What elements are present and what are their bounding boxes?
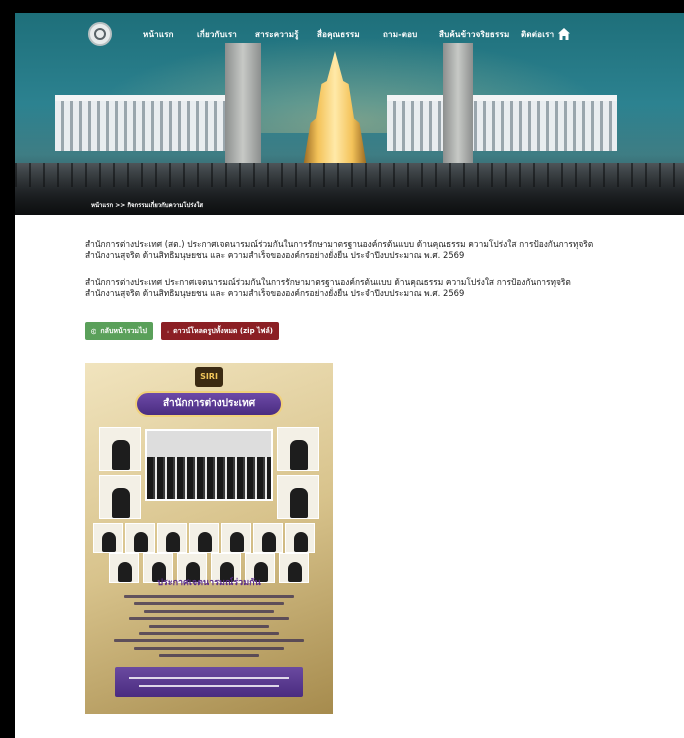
main-nav: หน้าแรก เกี่ยวกับเรา สาระความรู้ สื่อคุณ… [15, 13, 684, 53]
nav-item-about[interactable]: เกี่ยวกับเรา [197, 28, 237, 41]
nav-item-home[interactable]: หน้าแรก [143, 28, 174, 41]
home-icon[interactable] [557, 27, 571, 41]
download-icon [167, 330, 169, 332]
poster-seal-logo: SIRI [195, 367, 223, 387]
poster-portrait [277, 427, 319, 471]
browser-viewport: หน้าแรก เกี่ยวกับเรา สาระความรู้ สื่อคุณ… [15, 13, 684, 738]
poster-portrait [279, 553, 309, 583]
nav-item-ethics-search[interactable]: สืบค้นข้าวจริยธรรม [439, 28, 509, 41]
back-button-label: กลับหน้ารวมไป [100, 326, 147, 335]
poster-portrait [189, 523, 219, 553]
poster-portrait [99, 427, 141, 471]
poster-text-line [134, 646, 284, 650]
download-button-label: ดาวน์โหลดรูปทั้งหมด (zip ไฟล์) [173, 326, 273, 335]
poster-portrait [109, 553, 139, 583]
poster-portrait [285, 523, 315, 553]
hero-building-right [387, 95, 617, 151]
poster-text-line [139, 631, 279, 635]
poster-announcement-title: ประกาศเจตนารมณ์ร่วมกัน [157, 578, 261, 588]
nav-item-contact[interactable]: ติดต่อเรา [521, 28, 554, 41]
back-arrow-icon [91, 328, 97, 334]
poster-footer-line [139, 685, 279, 687]
intro-paragraph-2-line-1: สำนักการต่างประเทศ ประกาศเจตนารมณ์ร่วมกั… [85, 277, 571, 287]
poster-footer-line [129, 677, 289, 679]
intro-paragraph-2: สำนักการต่างประเทศ ประกาศเจตนารมณ์ร่วมกั… [85, 277, 605, 299]
poster-text-line [129, 617, 289, 621]
poster-text-line [144, 609, 274, 613]
download-zip-button[interactable]: ดาวน์โหลดรูปทั้งหมด (zip ไฟล์) [161, 322, 279, 340]
poster-text-line [134, 602, 284, 606]
poster-text-line [159, 654, 259, 657]
poster-banner-title: สำนักการต่างประเทศ [135, 391, 283, 417]
nav-item-ethics-media[interactable]: สื่อคุณธรรม [317, 28, 360, 41]
poster-text-line [149, 624, 269, 628]
poster-portrait [221, 523, 251, 553]
breadcrumb: หน้าแรก >> กิจกรรมเกี่ยวกับความโปร่งใส [91, 202, 204, 209]
intro-paragraph-2-line-2: สำนักงานสุจริต ด้านสิทธิมนุษยชน และ ความ… [85, 288, 465, 298]
activity-poster-image[interactable]: SIRI สำนักการต่างประเทศ ประกาศเจตนารมณ์ร… [85, 363, 333, 714]
nav-item-faq[interactable]: ถาม-ตอบ [383, 28, 417, 41]
poster-text-line [124, 595, 294, 598]
poster-portrait [93, 523, 123, 553]
poster-group-photo [145, 429, 273, 501]
poster-portrait [157, 523, 187, 553]
poster-portrait [125, 523, 155, 553]
poster-portrait [99, 475, 141, 519]
poster-group-crowd [147, 457, 271, 499]
intro-paragraph-1: สำนักการต่างประเทศ (สต.) ประกาศเจตนารมณ์… [85, 239, 605, 261]
poster-body-text [109, 595, 309, 657]
nav-item-knowledge[interactable]: สาระความรู้ [255, 28, 299, 41]
logo-emblem-icon [94, 28, 106, 40]
back-button[interactable]: กลับหน้ารวมไป [85, 322, 153, 340]
poster-portrait [253, 523, 283, 553]
poster-footer [115, 667, 303, 697]
poster-text-line [114, 639, 304, 643]
intro-paragraph-1-line-1: สำนักการต่างประเทศ (สต.) ประกาศเจตนารมณ์… [85, 239, 594, 249]
poster-portrait [277, 475, 319, 519]
hero-banner: หน้าแรก เกี่ยวกับเรา สาระความรู้ สื่อคุณ… [15, 13, 684, 215]
site-logo[interactable] [88, 22, 112, 46]
intro-paragraph-1-line-2: สำนักงานสุจริต ด้านสิทธิมนุษยชน และ ความ… [85, 250, 465, 260]
